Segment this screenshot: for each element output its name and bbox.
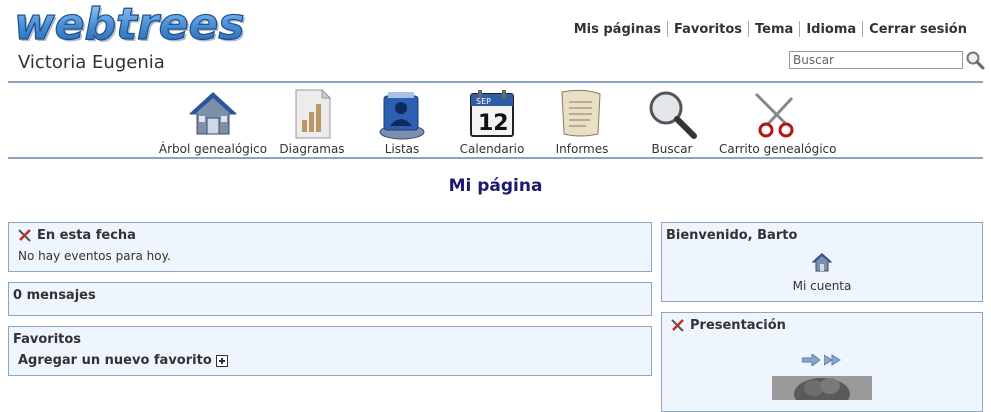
welcome-title: Bienvenido, Barto [666, 228, 798, 243]
messages-block: 0 mensajes [8, 282, 652, 316]
on-this-day-block: En esta fecha No hay eventos para hoy. [8, 222, 652, 272]
slideshow-title: Presentación [690, 318, 786, 333]
block-title: Presentación [666, 318, 786, 333]
main-menu-search[interactable]: Buscar [617, 86, 727, 156]
header-divider [8, 81, 983, 83]
menu-favorites[interactable]: Favoritos [668, 22, 748, 37]
main-menu-tree[interactable]: Árbol genealógico [158, 86, 268, 156]
menu-logout[interactable]: Cerrar sesión [863, 22, 973, 37]
main-menu-label: Árbol genealógico [158, 142, 268, 156]
favorites-block: Favoritos Agregar un nuevo favorito [8, 326, 652, 376]
scroll-icon [561, 89, 601, 137]
main-menu: Árbol genealógico Diagramas Listas SEP 1… [0, 86, 991, 158]
chart-document-icon [295, 88, 332, 139]
my-account-link[interactable]: Mi cuenta [662, 251, 982, 293]
calendar-icon: SEP 12 [470, 90, 514, 137]
photo-image [772, 376, 872, 400]
magnifier-icon[interactable] [965, 50, 985, 70]
slideshow-controls [802, 354, 842, 366]
house-icon [811, 253, 833, 272]
menu-language[interactable]: Idioma [800, 22, 862, 37]
main-menu-label: Carrito genealógico [719, 142, 837, 156]
main-menu-clippings[interactable]: Carrito genealógico [719, 86, 837, 156]
menu-my-pages[interactable]: Mis páginas [568, 22, 667, 37]
svg-text:SEP: SEP [476, 97, 491, 106]
user-menu: Mis páginas Favoritos Tema Idioma Cerrar… [568, 21, 973, 37]
header-search [789, 50, 985, 70]
menu-theme[interactable]: Tema [749, 22, 799, 37]
slideshow-photo[interactable] [772, 376, 872, 400]
on-this-day-title: En esta fecha [37, 228, 136, 243]
svg-text:webtrees: webtrees [14, 4, 245, 50]
webtrees-logo[interactable]: webtrees webtrees [14, 4, 246, 50]
messages-title: 0 mensajes [13, 288, 96, 303]
page-title: Mi página [448, 176, 543, 196]
tree-name: Victoria Eugenia [18, 52, 165, 73]
magnifying-glass-icon [649, 91, 697, 139]
add-favorite: Agregar un nuevo favorito [18, 353, 228, 368]
add-favorite-link[interactable]: Agregar un nuevo favorito [18, 353, 228, 368]
people-list-icon [379, 92, 425, 140]
favorites-title: Favoritos [13, 332, 82, 347]
add-favorite-label: Agregar un nuevo favorito [18, 353, 212, 368]
welcome-block: Bienvenido, Barto Mi cuenta [661, 222, 983, 302]
main-menu-label: Buscar [651, 142, 693, 156]
house-icon [189, 92, 237, 135]
tools-icon[interactable] [17, 228, 32, 243]
my-account-label: Mi cuenta [792, 279, 852, 293]
on-this-day-content: No hay eventos para hoy. [18, 249, 171, 263]
next-arrow-icon[interactable] [802, 354, 820, 366]
plus-icon[interactable] [215, 354, 228, 367]
menu-divider-line [8, 157, 983, 159]
svg-text:12: 12 [478, 111, 509, 136]
fast-forward-icon[interactable] [824, 354, 842, 366]
tools-icon[interactable] [670, 318, 685, 333]
search-input[interactable] [789, 51, 963, 69]
scissors-icon [754, 92, 794, 138]
block-title: En esta fecha [13, 228, 136, 243]
